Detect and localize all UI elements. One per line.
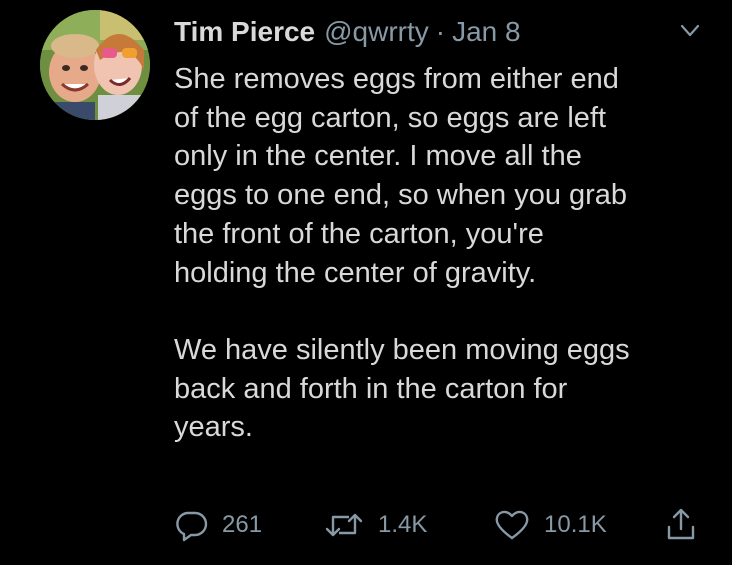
share-button[interactable] — [664, 505, 698, 545]
retweet-icon — [325, 513, 363, 537]
tweet-text: She removes eggs from either end of the … — [174, 63, 630, 444]
tweet-header: Tim Pierce @qwrrty · Jan 8 — [174, 14, 521, 50]
tweet-actions: 261 1.4K 10.1K — [174, 505, 714, 545]
reply-button[interactable]: 261 — [174, 505, 262, 545]
header-separator: · — [435, 16, 446, 47]
tweet-menu-button[interactable] — [680, 24, 700, 38]
retweet-button[interactable]: 1.4K — [324, 505, 427, 545]
like-button[interactable]: 10.1K — [494, 505, 607, 545]
avatar[interactable] — [40, 10, 150, 120]
chevron-down-icon — [680, 24, 700, 37]
tweet-date[interactable]: Jan 8 — [452, 14, 521, 50]
share-icon — [667, 508, 695, 540]
author-display-name[interactable]: Tim Pierce — [174, 14, 315, 50]
reply-icon — [176, 511, 208, 542]
author-handle[interactable]: @qwrrty — [324, 14, 429, 50]
tweet[interactable]: Tim Pierce @qwrrty · Jan 8 She removes e… — [0, 0, 732, 565]
reply-count: 261 — [222, 511, 263, 538]
retweet-count: 1.4K — [378, 511, 428, 538]
avatar-photo-icon — [40, 10, 150, 120]
like-count: 10.1K — [544, 511, 607, 538]
heart-icon — [495, 510, 529, 540]
